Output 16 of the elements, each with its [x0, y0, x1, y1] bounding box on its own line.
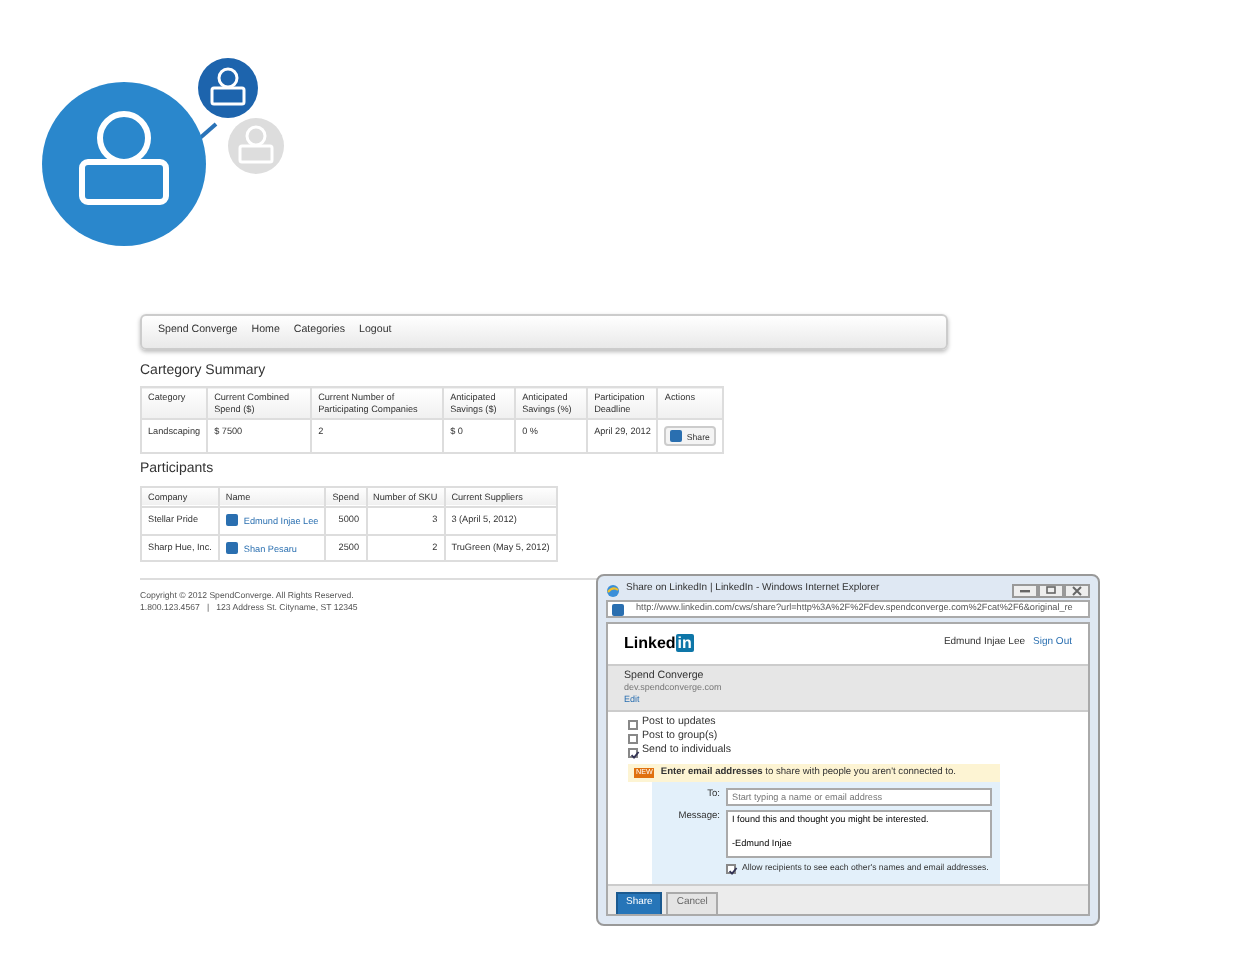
browser-icon — [606, 583, 620, 597]
maximize-icon — [1046, 586, 1056, 594]
checkbox[interactable] — [628, 719, 638, 730]
close-button[interactable] — [1064, 583, 1090, 597]
close-icon — [1072, 585, 1082, 595]
checkbox[interactable] — [726, 863, 736, 874]
checkbox[interactable] — [628, 733, 638, 744]
linkedin-icon — [225, 541, 238, 554]
linkedin-icon — [670, 430, 683, 443]
site-icon — [612, 603, 624, 615]
linkedin-logo: Linkedin — [624, 632, 694, 656]
maximize-button[interactable] — [1038, 583, 1064, 597]
minimize-icon — [1020, 587, 1030, 593]
minimize-button[interactable] — [1012, 583, 1038, 597]
linkedin-icon — [225, 514, 238, 527]
checkbox[interactable] — [628, 747, 638, 758]
